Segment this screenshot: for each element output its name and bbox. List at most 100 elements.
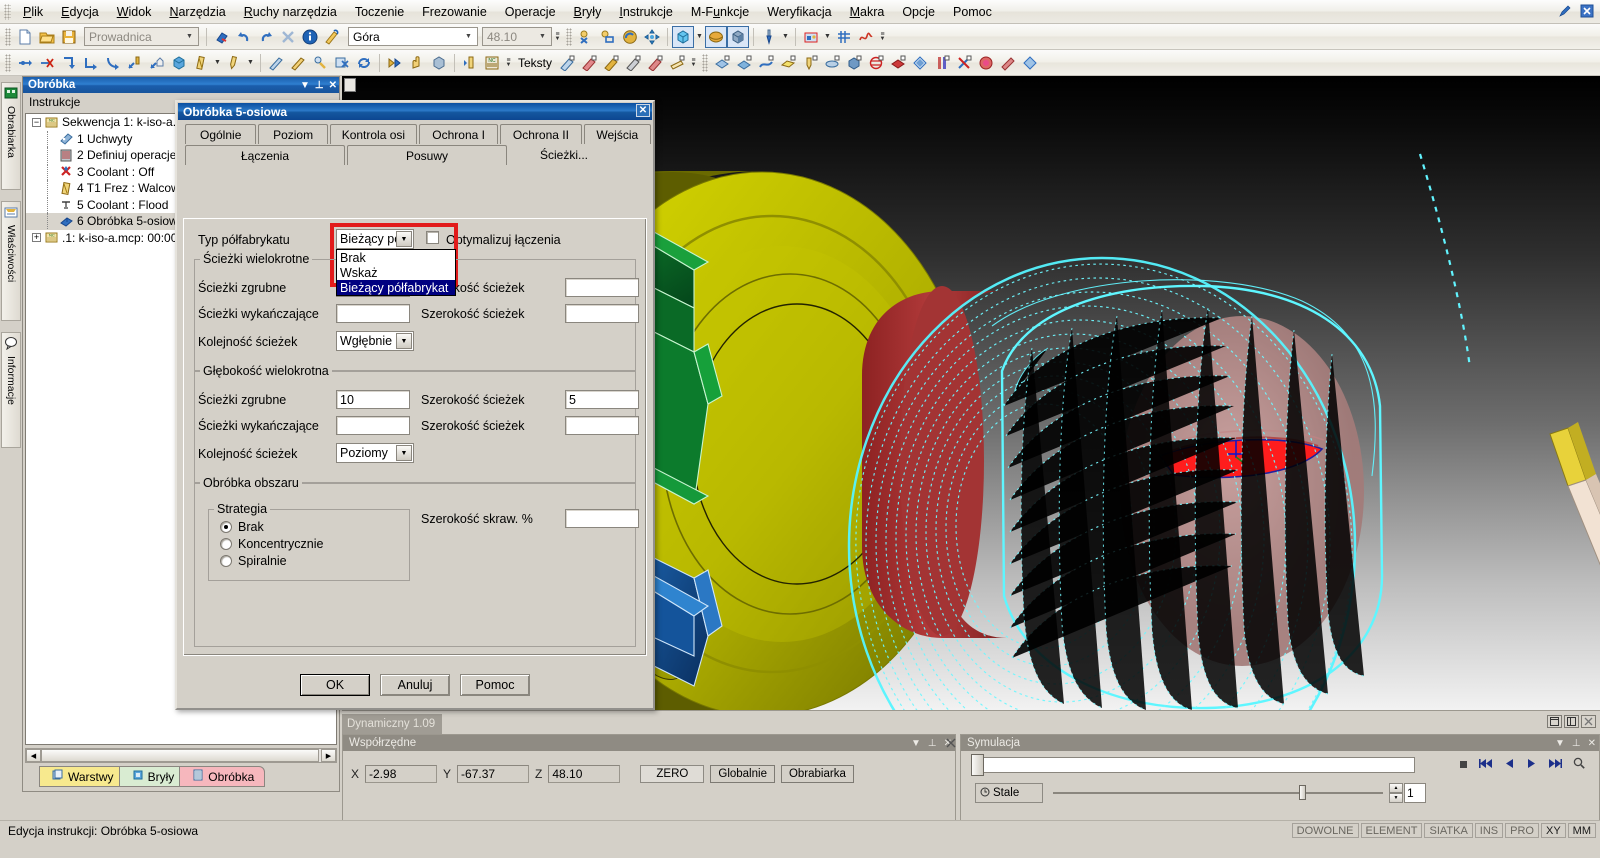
simulation-slider-thumb[interactable] — [971, 754, 984, 776]
rect-snap-icon[interactable] — [597, 26, 619, 48]
scroll-right-icon[interactable]: ▶ — [321, 749, 336, 762]
nc-post-icon[interactable]: NC — [481, 52, 503, 74]
simulation-step-spinner[interactable]: ▲ ▼ — [1389, 783, 1403, 803]
tab-ochrona-1[interactable]: Ochrona I — [419, 124, 499, 144]
pen-icon[interactable] — [1556, 2, 1574, 20]
toolbar-grip-1[interactable] — [5, 27, 11, 46]
save-file-icon[interactable] — [58, 26, 80, 48]
help-measure-icon[interactable] — [321, 26, 343, 48]
vtab-informacje[interactable]: Informacje — [1, 332, 21, 448]
menu-edycja[interactable]: Edycja — [52, 2, 108, 22]
delete-icon[interactable] — [277, 26, 299, 48]
zero-button[interactable]: ZERO — [640, 765, 705, 783]
md-rough-field[interactable]: 10 — [336, 390, 410, 409]
endmill-dropdown-icon[interactable]: ▼ — [212, 52, 223, 74]
menu-grip[interactable] — [4, 3, 11, 20]
step-back-icon[interactable] — [1504, 758, 1515, 772]
status-cell-pro[interactable]: PRO — [1505, 823, 1539, 838]
scroll-thumb[interactable] — [41, 749, 319, 762]
menu-bryly[interactable]: Bryły — [565, 2, 611, 22]
tab-posuwy[interactable]: Posuwy — [347, 145, 507, 165]
lead-in-icon[interactable] — [124, 52, 146, 74]
status-cell-dowolne[interactable]: DOWOLNE — [1291, 823, 1359, 838]
tool-display-dropdown-icon[interactable]: ▼ — [780, 26, 791, 48]
simulation-step-value[interactable]: 1 — [1404, 783, 1426, 803]
menu-toczenie[interactable]: Toczenie — [346, 2, 413, 22]
rotate-view-icon[interactable] — [619, 26, 641, 48]
y-coordinate-field[interactable]: -67.37 — [457, 765, 530, 783]
home-move-icon[interactable] — [146, 52, 168, 74]
menu-makra[interactable]: Makra — [841, 2, 894, 22]
dropdown-option-brak[interactable]: Brak — [337, 250, 455, 265]
view-combo[interactable]: Góra ▼ — [348, 27, 478, 46]
machine-setup-icon[interactable] — [800, 26, 822, 48]
tab-warstwy[interactable]: Warstwy — [39, 766, 125, 787]
drill-cycle-icon[interactable] — [799, 52, 821, 74]
restore-icon[interactable] — [1547, 715, 1562, 728]
point-delete-icon[interactable] — [36, 52, 58, 74]
mp-finish-field[interactable] — [336, 304, 410, 323]
spinner-up-icon[interactable]: ▲ — [1389, 783, 1403, 793]
fast-forward-move-icon[interactable] — [384, 52, 406, 74]
menu-widok[interactable]: Widok — [108, 2, 161, 22]
zoom-icon[interactable] — [1573, 757, 1585, 772]
menu-pomoc[interactable]: Pomoc — [944, 2, 1001, 22]
status-cell-element[interactable]: ELEMENT — [1360, 823, 1423, 838]
tab-laczenia[interactable]: Łączenia — [185, 145, 345, 165]
arc-move-icon[interactable] — [102, 52, 124, 74]
dialog-title-bar[interactable]: Obróbka 5-osiowa ✕ — [178, 103, 652, 120]
mp-rough-width-field[interactable] — [565, 278, 639, 297]
open-file-icon[interactable] — [36, 26, 58, 48]
toolbar-grip-2[interactable] — [566, 27, 572, 46]
pin-icon[interactable]: ⊥ — [1572, 738, 1581, 749]
tool-display-icon[interactable] — [758, 26, 780, 48]
globalnie-button[interactable]: Globalnie — [710, 765, 775, 783]
engrave-icon-1[interactable] — [556, 52, 578, 74]
engrave-icon-6[interactable] — [666, 52, 688, 74]
tool-assign-icon[interactable] — [309, 52, 331, 74]
cancel-button[interactable]: Anuluj — [380, 674, 450, 696]
menu-operacje[interactable]: Operacje — [496, 2, 565, 22]
endmill-tool-icon[interactable] — [190, 52, 212, 74]
toolbar-grip-3[interactable] — [5, 53, 11, 72]
close-icon[interactable]: ✕ — [1588, 738, 1596, 749]
status-cell-mm[interactable]: MM — [1567, 823, 1596, 838]
close-icon[interactable]: ✕ — [636, 104, 650, 117]
refresh-icon[interactable] — [353, 52, 375, 74]
chevron-down-icon[interactable]: ▼ — [535, 29, 550, 44]
undo-icon[interactable] — [233, 26, 255, 48]
simulation-mode-button[interactable]: Stale — [975, 783, 1043, 803]
engrave-icon-2[interactable] — [578, 52, 600, 74]
drill-dropdown-icon[interactable]: ▼ — [245, 52, 256, 74]
toolbar-overflow-2[interactable]: ≡ ▼ — [877, 26, 888, 48]
panel-menu-icon[interactable]: ▼ — [1555, 738, 1565, 749]
obrabiarka-button[interactable]: Obrabiarka — [780, 765, 854, 783]
tab-poziom[interactable]: Poziom — [258, 124, 328, 144]
chevron-down-icon[interactable]: ▼ — [396, 333, 412, 349]
chevron-down-icon[interactable]: ▼ — [396, 445, 412, 461]
md-rough-width-field[interactable]: 5 — [565, 390, 639, 409]
pocket-icon[interactable] — [711, 52, 733, 74]
spiral-pocket-icon[interactable] — [975, 52, 997, 74]
menu-weryfikacja[interactable]: Weryfikacja — [758, 2, 840, 22]
measure-edge-icon[interactable] — [265, 52, 287, 74]
close-icon[interactable] — [943, 735, 959, 751]
simulation-speed-track[interactable] — [1053, 792, 1383, 794]
move-right-icon[interactable] — [80, 52, 102, 74]
engrave-icon-3[interactable] — [600, 52, 622, 74]
radio-indicator[interactable] — [220, 555, 232, 567]
radio-indicator[interactable] — [220, 538, 232, 550]
zvalue-combo[interactable]: 48.10 ▼ — [482, 27, 552, 46]
radio-indicator[interactable] — [220, 521, 232, 533]
tab-ochrona-2[interactable]: Ochrona II — [500, 124, 582, 144]
face-mill-icon[interactable] — [777, 52, 799, 74]
menu-opcje[interactable]: Opcje — [893, 2, 944, 22]
md-finish-field[interactable] — [336, 416, 410, 435]
tab-obrobka[interactable]: Obróbka — [179, 766, 266, 787]
tree-expander-minus-icon[interactable]: − — [32, 117, 41, 127]
contour-icon[interactable] — [733, 52, 755, 74]
mp-finish-width-field[interactable] — [565, 304, 639, 323]
info-icon[interactable] — [299, 26, 321, 48]
shaded-solid-icon[interactable] — [428, 52, 450, 74]
z-coordinate-field[interactable]: 48.10 — [548, 765, 621, 783]
